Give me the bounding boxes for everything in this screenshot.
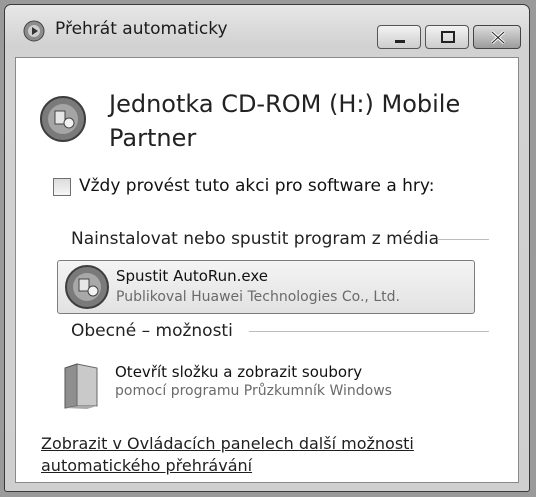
autoplay-window: Přehrát automaticky Jednotka CD-ROM (H:)… <box>4 4 530 492</box>
autoplay-icon <box>23 20 45 42</box>
maximize-button[interactable] <box>425 25 469 49</box>
folder-icon <box>64 363 98 409</box>
window-title: Přehrát automaticky <box>55 19 228 39</box>
close-icon <box>490 30 506 45</box>
maximize-icon <box>441 31 455 43</box>
cd-drive-icon <box>40 96 86 142</box>
install-section-divider <box>437 239 489 240</box>
open-folder-option[interactable]: Otevřít složku a zobrazit soubory <box>115 363 362 381</box>
device-title: Jednotka CD-ROM (H:) Mobile Partner <box>109 90 461 152</box>
autorun-disc-icon <box>65 265 109 309</box>
minimize-button[interactable] <box>377 25 421 49</box>
autorun-publisher: Publikoval Huawei Technologies Co., Ltd. <box>116 289 400 305</box>
open-folder-subtitle[interactable]: pomocí programu Průzkumník Windows <box>115 383 392 399</box>
install-section-header: Nainstalovat nebo spustit program z médi… <box>71 229 440 249</box>
close-button[interactable] <box>473 25 521 49</box>
always-checkbox[interactable] <box>53 178 71 196</box>
run-autorun-option[interactable]: Spustit AutoRun.exe Publikoval Huawei Te… <box>57 260 475 314</box>
autorun-title: Spustit AutoRun.exe <box>116 267 269 285</box>
general-section-divider <box>249 331 489 332</box>
general-section-header: Obecné – možnosti <box>71 321 233 341</box>
minimize-icon <box>395 40 405 43</box>
always-checkbox-label[interactable]: Vždy provést tuto akci pro software a hr… <box>79 176 434 196</box>
control-panel-link[interactable]: Zobrazit v Ovládacích panelech další mož… <box>41 433 481 477</box>
title-bar[interactable]: Přehrát automaticky <box>5 5 529 53</box>
